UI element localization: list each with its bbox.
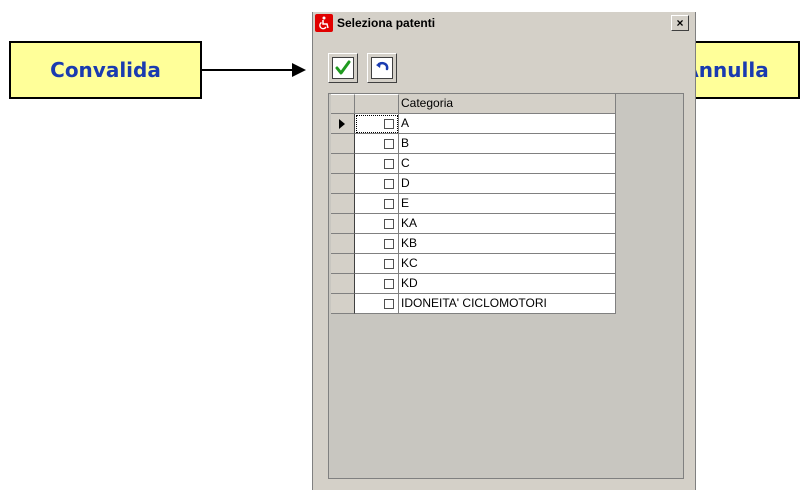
row-checkbox[interactable] [384, 298, 394, 309]
row-label: KB [399, 234, 616, 254]
table-row[interactable]: A [331, 114, 616, 134]
row-label: D [399, 174, 616, 194]
row-check-cell[interactable] [355, 294, 399, 314]
row-checkbox[interactable] [384, 158, 394, 169]
row-indicator [331, 214, 355, 234]
row-check-cell[interactable] [355, 194, 399, 214]
row-check-cell[interactable] [355, 254, 399, 274]
row-indicator [331, 194, 355, 214]
table-row[interactable]: C [331, 154, 616, 174]
row-checkbox[interactable] [384, 178, 394, 189]
table-row[interactable]: E [331, 194, 616, 214]
checkmark-icon [332, 57, 354, 79]
row-indicator [331, 294, 355, 314]
row-checkbox[interactable] [384, 218, 394, 229]
row-label: KC [399, 254, 616, 274]
row-label: IDONEITA' CICLOMOTORI [399, 294, 616, 314]
categories-grid: Categoria A B C D E KA KB KC KD IDONEITA… [331, 94, 616, 314]
table-row[interactable]: IDONEITA' CICLOMOTORI [331, 294, 616, 314]
row-label: KD [399, 274, 616, 294]
row-check-cell[interactable] [355, 154, 399, 174]
table-row[interactable]: KA [331, 214, 616, 234]
header-indicator-cell [331, 94, 355, 114]
column-header-categoria[interactable]: Categoria [399, 94, 616, 114]
categories-panel: Categoria A B C D E KA KB KC KD IDONEITA… [328, 93, 684, 479]
title-bar[interactable]: Seleziona patenti × [313, 12, 695, 34]
grid-header-row: Categoria [331, 94, 616, 114]
undo-icon [371, 57, 393, 79]
row-label: KA [399, 214, 616, 234]
current-row-pointer-icon [339, 119, 345, 129]
row-label: C [399, 154, 616, 174]
table-row[interactable]: KD [331, 274, 616, 294]
confirm-button[interactable] [328, 53, 358, 83]
row-checkbox[interactable] [384, 278, 394, 289]
table-row[interactable]: KC [331, 254, 616, 274]
table-row[interactable]: KB [331, 234, 616, 254]
header-check-cell [355, 94, 399, 114]
row-indicator [331, 174, 355, 194]
row-check-cell[interactable] [355, 134, 399, 154]
row-label: A [399, 114, 616, 134]
row-checkbox[interactable] [384, 258, 394, 269]
row-check-cell[interactable] [355, 214, 399, 234]
row-indicator [331, 234, 355, 254]
close-button[interactable]: × [671, 15, 689, 31]
table-row[interactable]: B [331, 134, 616, 154]
seleziona-patenti-dialog: Seleziona patenti × Categoria A B C D E … [312, 12, 696, 490]
row-indicator [331, 154, 355, 174]
row-check-cell[interactable] [355, 274, 399, 294]
row-check-cell[interactable] [355, 234, 399, 254]
row-indicator [331, 274, 355, 294]
window-title: Seleziona patenti [337, 16, 436, 30]
row-indicator [331, 114, 355, 134]
row-check-cell[interactable] [355, 114, 399, 134]
arrow-convalida-head [292, 63, 306, 77]
row-checkbox[interactable] [384, 198, 394, 209]
row-checkbox[interactable] [384, 238, 394, 249]
row-label: E [399, 194, 616, 214]
row-label: B [399, 134, 616, 154]
row-check-cell[interactable] [355, 174, 399, 194]
callout-convalida: Convalida [9, 41, 202, 99]
arrow-convalida-line [202, 69, 294, 71]
table-row[interactable]: D [331, 174, 616, 194]
row-checkbox[interactable] [384, 118, 394, 129]
row-indicator [331, 134, 355, 154]
cancel-button[interactable] [367, 53, 397, 83]
row-checkbox[interactable] [384, 138, 394, 149]
wheelchair-icon [315, 14, 333, 32]
row-indicator [331, 254, 355, 274]
